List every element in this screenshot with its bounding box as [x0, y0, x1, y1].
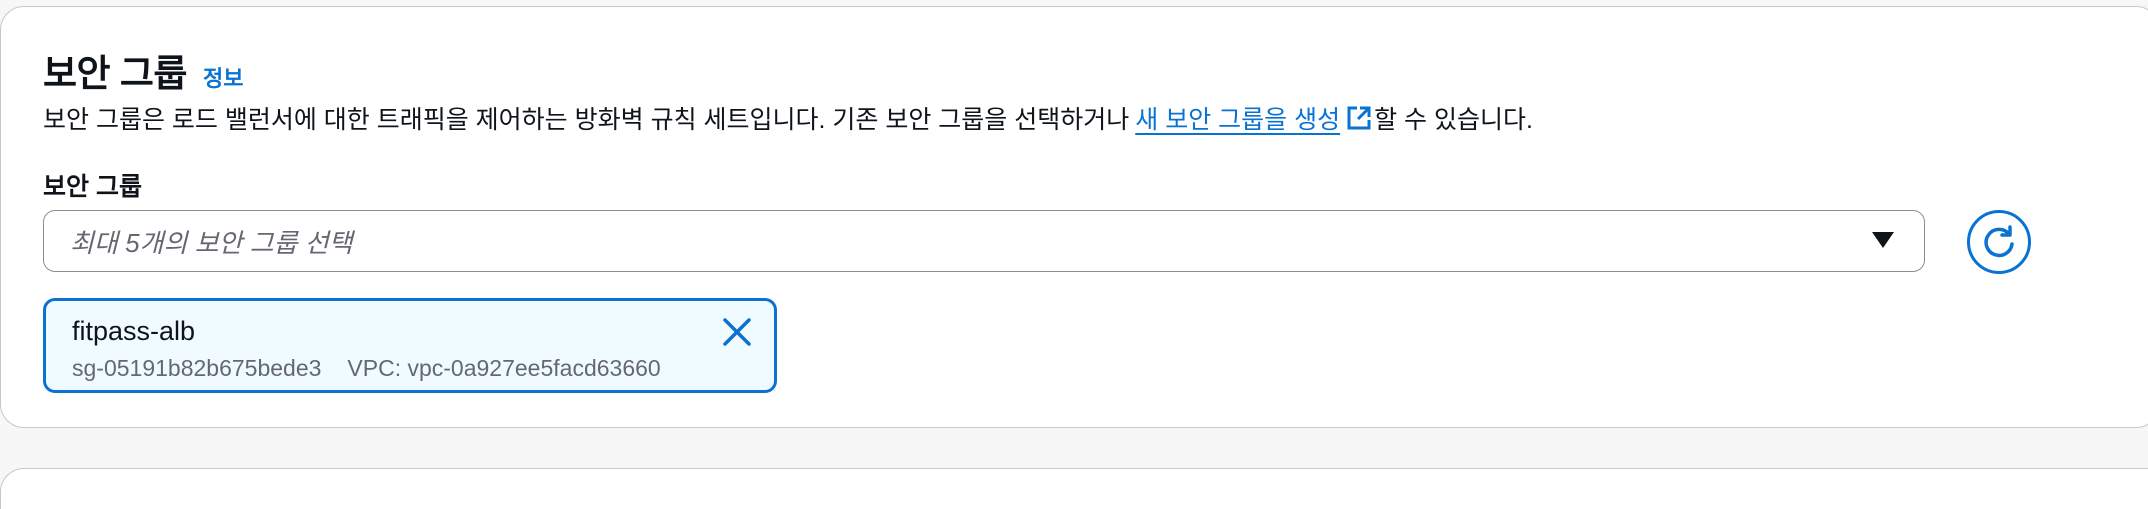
info-link[interactable]: 정보	[203, 61, 243, 93]
section-title: 보안 그룹	[43, 53, 187, 94]
close-icon[interactable]	[720, 315, 754, 349]
security-group-panel: 보안 그룹 정보 보안 그룹은 로드 밸런서에 대한 트래픽을 제어하는 방화벽…	[0, 6, 2148, 428]
select-placeholder: 최대 5개의 보안 그룹 선택	[70, 227, 353, 258]
caret-down-icon[interactable]	[1872, 232, 1894, 248]
description-suffix: 할 수 있습니다.	[1374, 106, 1533, 134]
refresh-button[interactable]	[1967, 210, 2031, 274]
security-group-select[interactable]: 최대 5개의 보안 그룹 선택	[43, 210, 1925, 272]
security-group-field-label: 보안 그룹	[43, 173, 142, 201]
section-description: 보안 그룹은 로드 밸런서에 대한 트래픽을 제어하는 방화벽 규칙 세트입니다…	[43, 100, 1533, 136]
next-section-panel	[0, 468, 2148, 509]
security-group-meta: sg-05191b82b675bede3 VPC: vpc-0a927ee5fac…	[72, 355, 661, 382]
create-security-group-link[interactable]: 새 보안 그룹을 생성	[1135, 100, 1340, 136]
external-link-icon[interactable]	[1346, 105, 1372, 131]
refresh-icon	[1984, 225, 2014, 258]
description-text: 보안 그룹은 로드 밸런서에 대한 트래픽을 제어하는 방화벽 규칙 세트입니다…	[43, 106, 1130, 134]
security-group-id: sg-05191b82b675bede3	[72, 355, 322, 381]
security-group-name: fitpass-alb	[72, 316, 196, 346]
section-header: 보안 그룹 정보	[43, 43, 243, 97]
security-group-vpc: VPC: vpc-0a927ee5facd63660	[347, 355, 661, 381]
selected-security-group-token: fitpass-alb sg-05191b82b675bede3 VPC: vpc…	[43, 298, 777, 393]
